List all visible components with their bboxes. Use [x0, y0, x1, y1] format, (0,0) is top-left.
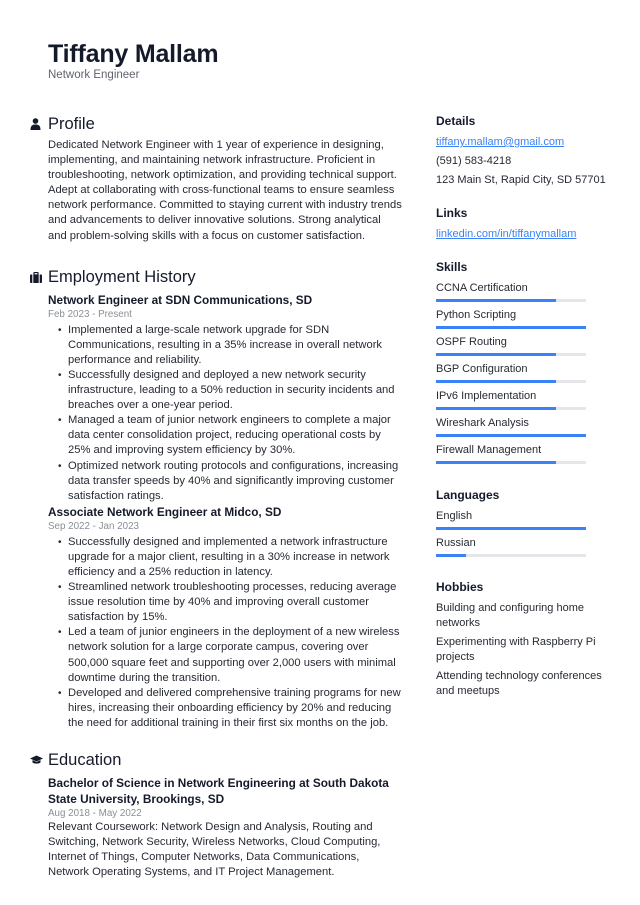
education-heading: Education — [48, 750, 122, 769]
job-dates: Sep 2022 - Jan 2023 — [48, 520, 139, 532]
skill-level-bar — [436, 461, 586, 464]
job-title: Associate Network Engineer at Midco, SD — [48, 504, 282, 519]
job-bullet: Implemented a large-scale network upgrad… — [58, 323, 402, 368]
phone-number: (591) 583-4218 — [436, 155, 512, 167]
links-heading: Links — [436, 206, 468, 220]
skill-item: IPv6 Implementation — [436, 389, 606, 410]
hobbies-section: Hobbies Building and configuring home ne… — [436, 579, 606, 698]
hobbies-heading: Hobbies — [436, 580, 484, 594]
languages-list: English Russian — [436, 509, 606, 557]
skill-level-fill — [436, 353, 556, 356]
job-title: Network Engineer at SDN Communications, … — [48, 292, 313, 307]
skill-level-fill — [436, 461, 556, 464]
education-entry: Bachelor of Science in Network Engineeri… — [48, 775, 402, 880]
job-bullet: Optimized network routing protocols and … — [58, 459, 402, 504]
links-section: Links linkedin.com/in/tiffanymallam — [436, 205, 606, 242]
skill-level-bar — [436, 299, 586, 302]
skill-level-bar — [436, 407, 586, 410]
graduation-cap-icon — [30, 753, 48, 767]
language-label: English — [436, 510, 473, 522]
sidebar: Details tiffany.mallam@gmail.com (591) 5… — [436, 113, 606, 698]
person-icon — [30, 117, 48, 131]
skill-level-fill — [436, 326, 586, 329]
language-level-fill — [436, 554, 466, 557]
skill-level-fill — [436, 434, 586, 437]
job-entry: Network Engineer at SDN Communications, … — [48, 292, 402, 504]
skill-level-bar — [436, 353, 586, 356]
skill-item: OSPF Routing — [436, 335, 606, 356]
skill-item: Python Scripting — [436, 308, 606, 329]
skill-label: Firewall Management — [436, 444, 542, 456]
skill-item: Wireshark Analysis — [436, 416, 606, 437]
skill-label: CCNA Certification — [436, 282, 528, 294]
skill-item: Firewall Management — [436, 443, 606, 464]
degree-title: Bachelor of Science in Network Engineeri… — [48, 776, 389, 806]
skill-item: BGP Configuration — [436, 362, 606, 383]
job-dates: Feb 2023 - Present — [48, 308, 132, 320]
skill-label: Python Scripting — [436, 309, 517, 321]
skill-level-fill — [436, 380, 556, 383]
education-description: Relevant Coursework: Network Design and … — [48, 821, 381, 879]
skill-label: IPv6 Implementation — [436, 390, 537, 402]
details-heading: Details — [436, 114, 476, 128]
language-item: English — [436, 509, 606, 530]
language-level-bar — [436, 527, 586, 530]
skill-label: BGP Configuration — [436, 363, 528, 375]
resume-header: Tiffany Mallam Network Engineer — [48, 40, 219, 82]
job-bullets: Implemented a large-scale network upgrad… — [58, 323, 402, 504]
skill-level-fill — [436, 299, 556, 302]
skill-level-bar — [436, 434, 586, 437]
details-section: Details tiffany.mallam@gmail.com (591) 5… — [436, 113, 606, 188]
profile-summary: Dedicated Network Engineer with 1 year o… — [48, 139, 402, 242]
job-entry: Associate Network Engineer at Midco, SD … — [48, 504, 402, 731]
profile-heading: Profile — [48, 114, 95, 133]
language-label: Russian — [436, 537, 476, 549]
hobby-item: Attending technology conferences and mee… — [436, 670, 602, 697]
skill-level-fill — [436, 407, 556, 410]
language-level-bar — [436, 554, 586, 557]
candidate-name: Tiffany Mallam — [48, 40, 219, 68]
email-link[interactable]: tiffany.mallam@gmail.com — [436, 135, 606, 150]
education-dates: Aug 2018 - May 2022 — [48, 808, 142, 819]
education-section: Education Bachelor of Science in Network… — [30, 749, 402, 880]
job-bullet: Developed and delivered comprehensive tr… — [58, 686, 402, 731]
language-item: Russian — [436, 536, 606, 557]
skill-label: Wireshark Analysis — [436, 417, 529, 429]
skill-level-bar — [436, 380, 586, 383]
language-level-fill — [436, 527, 586, 530]
job-bullet: Successfully designed and implemented a … — [58, 535, 402, 580]
job-bullet: Successfully designed and deployed a new… — [58, 368, 402, 413]
job-bullet: Streamlined network troubleshooting proc… — [58, 580, 402, 625]
employment-heading: Employment History — [48, 268, 196, 287]
hobby-item: Experimenting with Raspberry Pi projects — [436, 636, 596, 663]
skills-list: CCNA Certification Python Scripting OSPF R… — [436, 281, 606, 464]
job-bullets: Successfully designed and implemented a … — [58, 535, 402, 731]
skill-label: OSPF Routing — [436, 336, 507, 348]
job-bullet: Led a team of junior engineers in the de… — [58, 625, 402, 685]
skill-level-bar — [436, 326, 586, 329]
skills-section: Skills CCNA Certification Python Scriptin… — [436, 259, 606, 464]
hobby-item: Building and configuring home networks — [436, 602, 584, 629]
linkedin-link[interactable]: linkedin.com/in/tiffanymallam — [436, 227, 606, 242]
candidate-title: Network Engineer — [48, 69, 140, 81]
profile-section: Profile Dedicated Network Engineer with … — [30, 113, 402, 244]
skills-heading: Skills — [436, 260, 468, 274]
job-bullet: Managed a team of junior network enginee… — [58, 413, 402, 458]
briefcase-icon — [30, 271, 48, 285]
languages-section: Languages English Russian — [436, 487, 606, 557]
languages-heading: Languages — [436, 488, 500, 502]
address: 123 Main St, Rapid City, SD 57701 — [436, 174, 606, 186]
skill-item: CCNA Certification — [436, 281, 606, 302]
employment-section: Employment History Network Engineer at S… — [30, 267, 402, 731]
main-column: Profile Dedicated Network Engineer with … — [30, 113, 402, 880]
